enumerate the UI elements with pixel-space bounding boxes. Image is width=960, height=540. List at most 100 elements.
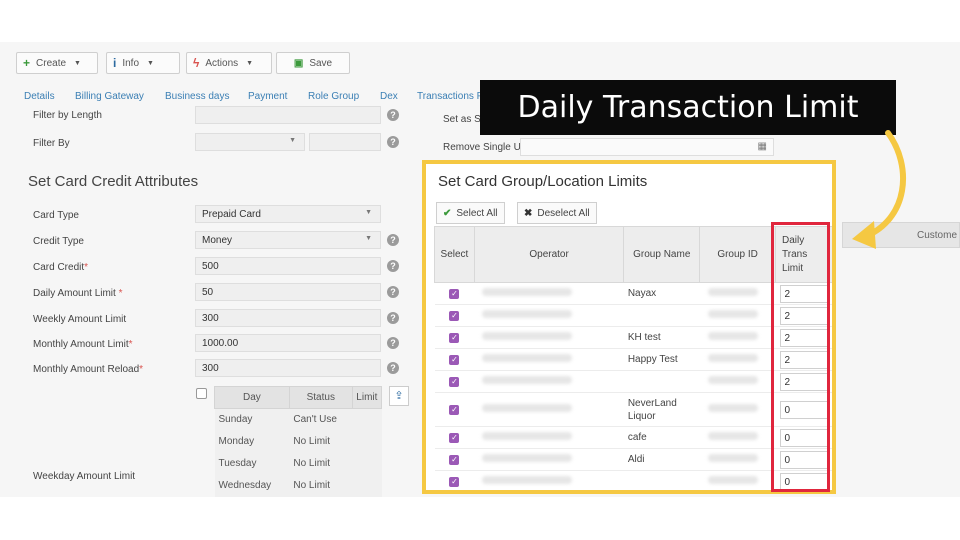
group-name-cell xyxy=(623,370,700,393)
card-credit-label: Card Credit* xyxy=(33,262,89,273)
remove-single-use-date-input[interactable]: ▦ xyxy=(520,138,774,156)
tab-payment[interactable]: Payment xyxy=(248,91,287,102)
help-icon[interactable]: ? xyxy=(387,312,399,324)
column-header: Status xyxy=(288,386,353,409)
remove-single-use-label: Remove Single Use xyxy=(443,142,532,153)
table-row: Tuesday No Limit xyxy=(214,452,382,475)
section-title: Set Card Credit Attributes xyxy=(28,173,199,190)
tab-transactions[interactable]: Transactions F xyxy=(417,91,483,102)
group-id-redacted xyxy=(707,376,758,384)
filter-by-label: Filter By xyxy=(33,138,70,149)
row-checkbox[interactable]: ✓ xyxy=(449,333,460,343)
tab-billing-gateway[interactable]: Billing Gateway xyxy=(75,91,144,102)
operator-redacted xyxy=(482,332,573,340)
chevron-down-icon: ▼ xyxy=(246,59,254,67)
credit-type-select[interactable]: Money ▼ xyxy=(195,231,381,249)
select-all-button[interactable]: ✔ Select All xyxy=(436,202,505,224)
row-checkbox[interactable]: ✓ xyxy=(449,355,460,365)
deselect-all-button[interactable]: ✖ Deselect All xyxy=(517,202,597,224)
help-icon[interactable]: ? xyxy=(387,234,399,246)
group-name-cell: Aldi xyxy=(623,448,700,471)
help-icon[interactable]: ? xyxy=(387,362,399,374)
upload-icon[interactable]: ⇪ xyxy=(389,386,409,406)
table-row: Monday No Limit xyxy=(214,430,382,453)
filter-by-length-label: Filter by Length xyxy=(33,110,102,121)
row-checkbox[interactable]: ✓ xyxy=(449,311,460,321)
operator-redacted xyxy=(482,288,573,296)
tutorial-slide: + Create ▼ i Info ▼ ϟ Actions ▼ ▣ Save D… xyxy=(0,0,960,540)
create-button[interactable]: + Create ▼ xyxy=(16,52,98,74)
info-icon: i xyxy=(113,56,117,70)
operator-redacted xyxy=(482,354,573,362)
row-checkbox[interactable]: ✓ xyxy=(449,455,460,465)
chevron-down-icon: ▼ xyxy=(74,59,81,67)
group-id-redacted xyxy=(707,354,758,362)
table-row: Wednesday No Limit xyxy=(214,474,382,497)
filter-by-value-input[interactable] xyxy=(309,133,381,151)
daily-amount-limit-input[interactable]: 50 xyxy=(195,283,381,301)
tab-dex[interactable]: Dex xyxy=(380,91,398,102)
row-checkbox[interactable]: ✓ xyxy=(449,433,460,443)
column-header: Select xyxy=(434,226,475,283)
operator-redacted xyxy=(482,404,573,412)
daily-amount-limit-label: Daily Amount Limit * xyxy=(33,288,123,299)
group-id-redacted xyxy=(707,432,758,440)
weekday-amount-limit-label: Weekday Amount Limit xyxy=(33,471,136,482)
help-icon[interactable]: ? xyxy=(387,109,399,121)
operator-redacted xyxy=(482,454,573,462)
row-checkbox[interactable]: ✓ xyxy=(449,289,460,299)
operator-redacted xyxy=(482,476,573,484)
tab-details[interactable]: Details xyxy=(24,91,55,102)
save-icon: ▣ xyxy=(293,57,304,69)
group-id-redacted xyxy=(707,404,758,412)
tab-business-days[interactable]: Business days xyxy=(165,91,229,102)
chevron-down-icon: ▼ xyxy=(147,59,154,67)
panel-title: Set Card Group/Location Limits xyxy=(438,173,648,190)
group-name-cell: cafe xyxy=(623,426,700,449)
monthly-amount-limit-label: Monthly Amount Limit* xyxy=(33,339,133,350)
weekday-enable-checkbox[interactable] xyxy=(196,388,207,399)
group-id-redacted xyxy=(707,332,758,340)
chevron-down-icon: ▼ xyxy=(365,235,372,242)
filter-by-length-input[interactable] xyxy=(195,106,381,124)
column-header: Operator xyxy=(473,226,625,283)
actions-button[interactable]: ϟ Actions ▼ xyxy=(186,52,272,74)
column-header: Group ID xyxy=(699,226,777,283)
callout-arrow-icon xyxy=(852,130,907,249)
row-checkbox[interactable]: ✓ xyxy=(449,477,460,487)
help-icon[interactable]: ? xyxy=(387,286,399,298)
help-icon[interactable]: ? xyxy=(387,136,399,148)
tab-role-group[interactable]: Role Group xyxy=(308,91,359,102)
help-icon[interactable]: ? xyxy=(387,337,399,349)
row-checkbox[interactable]: ✓ xyxy=(449,377,460,387)
monthly-amount-limit-input[interactable]: 1000.00 xyxy=(195,334,381,352)
group-name-cell xyxy=(623,304,700,327)
group-name-cell: NeverLand Liquor xyxy=(623,392,700,427)
credit-type-label: Credit Type xyxy=(33,236,84,247)
monthly-amount-reload-input[interactable]: 300 xyxy=(195,359,381,377)
filter-by-select[interactable]: ▼ xyxy=(195,133,305,151)
info-button[interactable]: i Info ▼ xyxy=(106,52,180,74)
monthly-amount-reload-label: Monthly Amount Reload* xyxy=(33,364,144,375)
weekly-amount-limit-input[interactable]: 300 xyxy=(195,309,381,327)
card-type-label: Card Type xyxy=(33,210,79,221)
callout-label: Daily Transaction Limit xyxy=(480,80,896,135)
column-header: Limit xyxy=(351,386,383,409)
group-name-cell: KH test xyxy=(623,326,700,349)
group-name-cell: Nayax xyxy=(623,282,700,305)
help-icon[interactable]: ? xyxy=(387,260,399,272)
operator-redacted xyxy=(482,432,573,440)
save-button[interactable]: ▣ Save xyxy=(276,52,350,74)
calendar-icon[interactable]: ▦ xyxy=(758,141,767,152)
group-id-redacted xyxy=(707,454,758,462)
group-id-redacted xyxy=(707,288,758,296)
plus-icon: + xyxy=(23,56,31,70)
weekly-amount-limit-label: Weekly Amount Limit xyxy=(33,314,127,325)
row-checkbox[interactable]: ✓ xyxy=(449,405,460,415)
group-name-cell xyxy=(623,470,700,490)
weekday-limit-table: Day Status Limit Sunday Can't Use Monday N… xyxy=(214,386,383,497)
chevron-down-icon: ▼ xyxy=(289,137,296,144)
card-credit-input[interactable]: 500 xyxy=(195,257,381,275)
card-type-select[interactable]: Prepaid Card ▼ xyxy=(195,205,381,223)
check-icon: ✔ xyxy=(443,207,452,219)
